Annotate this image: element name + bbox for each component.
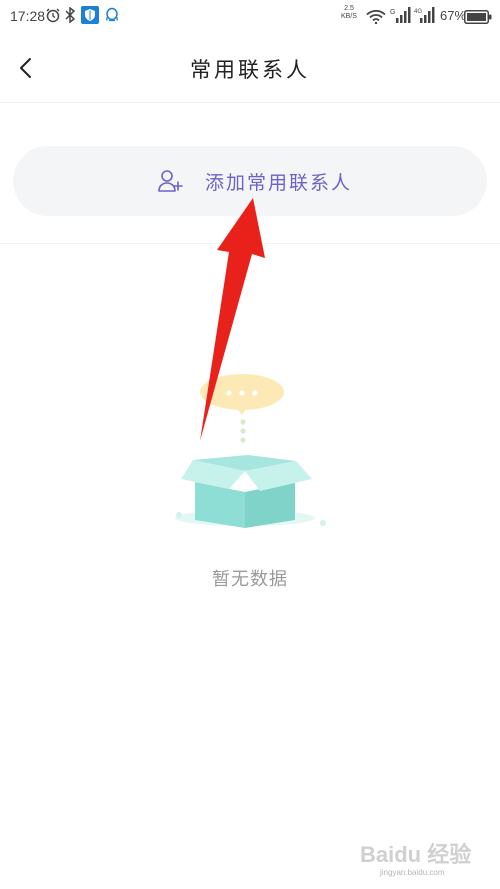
signal-icon-2: 4G — [414, 6, 436, 28]
annotation-arrow — [195, 196, 275, 450]
alarm-icon — [45, 7, 61, 27]
page-title: 常用联系人 — [190, 58, 310, 82]
status-time: 17:28 — [10, 8, 46, 24]
net-speed-unit: KB/S — [341, 13, 357, 20]
baidu-watermark-logo: Baidu 经验 — [360, 836, 495, 886]
qq-icon — [104, 7, 120, 27]
battery-icon — [464, 9, 492, 28]
battery-percent: 67% — [440, 8, 467, 23]
add-user-icon — [158, 169, 184, 197]
signal2-label: 4G — [414, 9, 422, 15]
watermark-brand: Baidu 经验 — [360, 842, 471, 867]
net-speed-value: 2.5 — [344, 5, 354, 12]
net-speed: 2.5 KB/S — [341, 5, 357, 21]
signal-icon-1: G — [390, 6, 412, 28]
nav-bar: 常用联系人 — [0, 36, 500, 103]
watermark-url: jingyan.baidu.com — [380, 868, 445, 877]
bluetooth-icon — [64, 6, 76, 27]
wifi-icon — [366, 9, 386, 28]
empty-state-text: 暂无数据 — [212, 569, 288, 590]
status-bar: 17:28 2.5 KB/S G 4G 67% — [0, 0, 500, 36]
add-contact-label: 添加常用联系人 — [205, 172, 353, 194]
shield-app-icon — [81, 6, 99, 28]
screen: 17:28 2.5 KB/S G 4G 67% 常用联系人 添加常用联系人 暂无… — [0, 0, 500, 889]
signal1-label: G — [390, 9, 395, 16]
